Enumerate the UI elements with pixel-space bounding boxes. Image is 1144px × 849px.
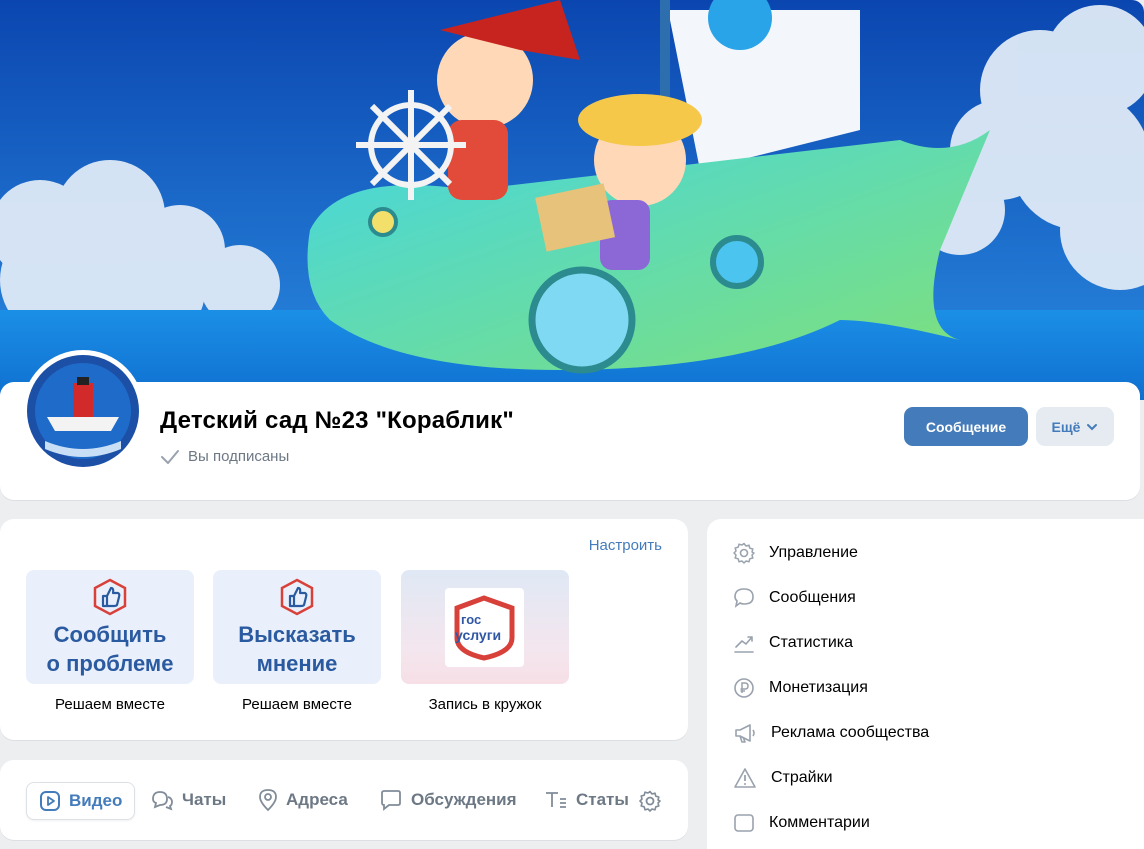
sidebar-item-label: Статистика [769,634,854,651]
sidebar-item-label: Сообщения [769,589,856,606]
more-label: Ещё [1051,418,1081,435]
tab-discussions[interactable]: Обсуждения [379,782,517,818]
tile-caption: Решаем вместе [242,696,352,713]
sidebar-item-monetization[interactable]: Монетизация [733,675,868,701]
tile-title-line1: Высказать [238,622,356,647]
sidebar-item-label: Страйки [771,769,833,786]
location-icon [259,789,277,812]
tile-title-line2: мнение [256,651,338,676]
sidebar-item-management[interactable]: Управление [733,540,858,566]
gosuslugi-logo-line2: услуги [455,627,501,643]
tab-chats[interactable]: Чаты [150,782,226,818]
tab-label: Обсуждения [411,790,517,809]
widgets-card: Настроить Сообщить о проблеме Решаем вме… [0,519,688,740]
sidebar-item-strikes[interactable]: Страйки [733,765,833,791]
tile-caption: Запись в кружок [428,696,542,713]
chats-icon [152,791,173,811]
sidebar-item-comments[interactable]: Комментарии [733,810,870,836]
subscription-label: Вы подписаны [188,448,290,465]
discussion-icon [381,790,401,811]
widget-gosuslugi[interactable]: гос услуги [401,570,569,684]
sidebar-item-messages[interactable]: Сообщения [733,585,856,611]
chevron-down-icon [1087,423,1098,430]
tab-articles[interactable]: Статы [544,782,629,818]
sidebar-item-community-ads[interactable]: Реклама сообщества [733,720,929,746]
configure-link[interactable]: Настроить [589,537,662,554]
tile-title-line2: о проблеме [46,651,174,676]
group-name: Детский сад №23 "Кораблик" [160,407,514,434]
tabs-settings-gear-icon[interactable] [639,790,661,812]
sidebar-item-label: Управление [769,544,858,561]
ruble-icon [734,678,754,698]
gosuslugi-logo-line1: гос [461,612,481,627]
tab-label: Статы [576,790,629,809]
tab-label: Адреса [286,790,348,809]
sidebar-item-label: Комментарии [769,814,870,831]
more-button[interactable]: Ещё [1036,407,1114,446]
thumbs-up-badge-icon [93,578,127,616]
sidebar-item-label: Монетизация [769,679,868,696]
tab-addresses[interactable]: Адреса [258,782,348,818]
stats-icon [734,636,754,653]
sidebar-item-statistics[interactable]: Статистика [733,630,853,656]
admin-sidebar: Управление Сообщения Статистика Монетиза… [707,519,1144,849]
subscription-status[interactable]: Вы подписаны [160,448,289,465]
widget-report-problem[interactable]: Сообщить о проблеме [26,570,194,684]
warning-icon [734,768,756,788]
widget-give-opinion[interactable]: Высказать мнение [213,570,381,684]
tile-caption: Решаем вместе [55,696,165,713]
content-tabs-card: Видео Чаты Адреса Обсуждения Статы [0,760,688,840]
tab-label: Видео [69,791,123,810]
tab-video[interactable]: Видео [26,782,136,820]
gear-icon [733,542,755,564]
video-icon [40,791,60,811]
tile-title-line1: Сообщить [53,622,167,647]
send-message-button[interactable]: Сообщение [904,407,1028,446]
cover-image [0,0,1144,400]
sidebar-item-label: Реклама сообщества [771,724,930,741]
check-icon [161,449,179,464]
group-avatar[interactable] [22,350,144,472]
comment-icon [734,814,754,832]
tab-label: Чаты [182,790,227,809]
megaphone-icon [735,724,755,743]
list-icon [546,792,566,808]
thumbs-up-badge-icon [280,578,314,616]
message-icon [734,588,754,608]
gosuslugi-logo: гос услуги [445,588,524,667]
